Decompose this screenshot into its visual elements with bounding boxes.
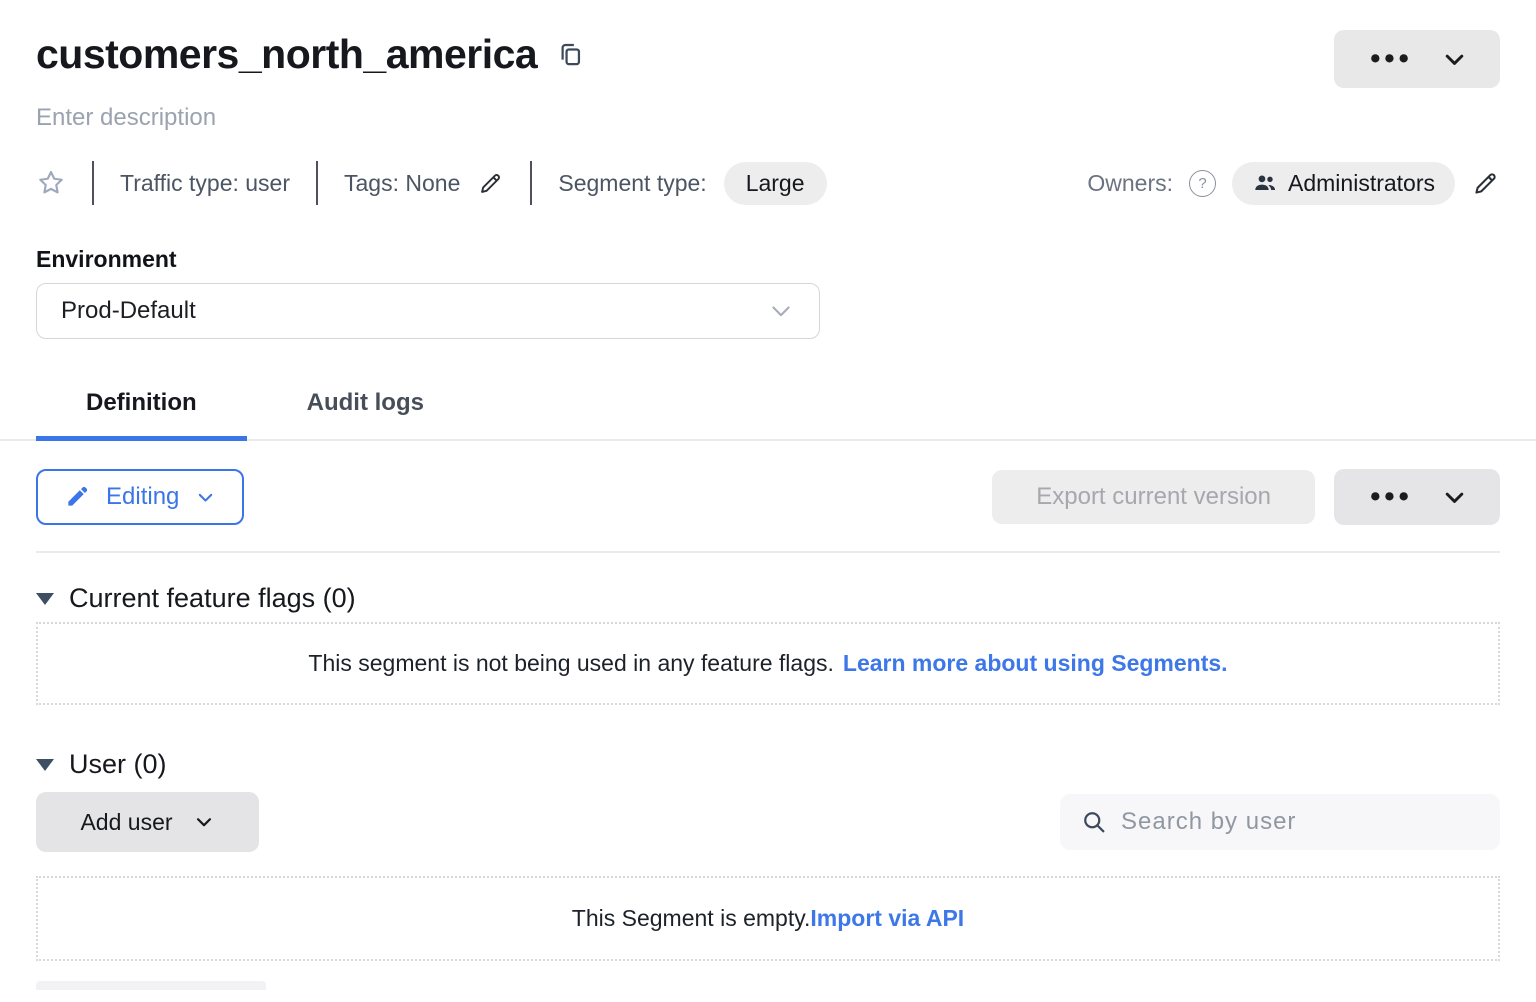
user-controls-row: Add user — [36, 792, 1500, 852]
cutoff-element — [36, 981, 266, 990]
feature-flags-section-title: Current feature flags (0) — [69, 583, 356, 614]
chevron-down-icon — [1441, 484, 1468, 511]
add-user-button[interactable]: Add user — [36, 792, 259, 852]
edit-tags-pencil-icon[interactable] — [477, 170, 504, 197]
favorite-star-icon[interactable] — [36, 168, 92, 198]
owners-help-icon[interactable]: ? — [1189, 170, 1216, 197]
segment-type-badge: Large — [724, 162, 827, 205]
description-field[interactable]: Enter description — [36, 104, 216, 132]
toolbar-divider — [36, 551, 1500, 553]
segment-type-label: Segment type: — [558, 170, 706, 197]
tab-audit-logs[interactable]: Audit logs — [257, 381, 474, 441]
ellipsis-icon: ••• — [1366, 45, 1412, 74]
tab-definition[interactable]: Definition — [36, 381, 247, 441]
environment-label: Environment — [36, 246, 1500, 273]
pencil-icon — [64, 484, 90, 510]
chevron-down-icon — [193, 811, 215, 833]
toolbar-more-button[interactable]: ••• — [1334, 469, 1500, 525]
environment-selected-value: Prod-Default — [61, 297, 196, 325]
search-by-user-input[interactable] — [1121, 808, 1490, 836]
export-current-version-button[interactable]: Export current version — [992, 470, 1315, 524]
traffic-type-label: Traffic type: user — [94, 170, 316, 197]
page-title: customers_north_america — [36, 30, 537, 79]
search-by-user-box — [1060, 794, 1500, 850]
copy-icon[interactable] — [557, 41, 584, 68]
ellipsis-icon: ••• — [1366, 483, 1412, 512]
user-empty-state: This Segment is empty. Import via API — [36, 876, 1500, 961]
tab-bar: Definition Audit logs — [0, 381, 1536, 441]
environment-select[interactable]: Prod-Default — [36, 283, 820, 339]
header: customers_north_america ••• — [36, 0, 1500, 88]
owners-label: Owners: — [1087, 170, 1173, 197]
feature-flags-section-header[interactable]: Current feature flags (0) — [36, 583, 356, 614]
owners-group: Owners: ? Administrators — [1087, 162, 1500, 205]
tags-label: Tags: None — [344, 170, 460, 197]
feature-flags-empty-text: This segment is not being used in any fe… — [308, 650, 833, 677]
add-user-label: Add user — [80, 809, 172, 836]
user-empty-text: This Segment is empty. — [572, 905, 811, 932]
chevron-down-icon — [195, 487, 216, 508]
collapse-triangle-icon — [36, 759, 54, 771]
owners-value: Administrators — [1288, 170, 1435, 197]
collapse-triangle-icon — [36, 593, 54, 605]
definition-toolbar: Editing Export current version ••• — [36, 469, 1500, 525]
editing-mode-button[interactable]: Editing — [36, 469, 244, 525]
user-section-title: User (0) — [69, 749, 167, 780]
import-via-api-link[interactable]: Import via API — [810, 905, 964, 932]
learn-more-link[interactable]: Learn more about using Segments. — [843, 650, 1228, 677]
owners-chip[interactable]: Administrators — [1232, 162, 1455, 205]
chevron-down-icon — [1441, 46, 1468, 73]
group-people-icon — [1252, 170, 1278, 196]
user-section-header[interactable]: User (0) — [36, 749, 167, 780]
edit-owners-pencil-icon[interactable] — [1471, 169, 1500, 198]
editing-label: Editing — [106, 483, 179, 511]
header-more-button[interactable]: ••• — [1334, 30, 1500, 88]
chevron-down-icon — [767, 297, 795, 325]
title-wrap: customers_north_america — [36, 30, 584, 79]
feature-flags-empty-state: This segment is not being used in any fe… — [36, 622, 1500, 705]
segment-detail-page: customers_north_america ••• Enter descri… — [0, 0, 1536, 990]
search-icon — [1080, 808, 1108, 836]
meta-row: Traffic type: user Tags: None Segment ty… — [36, 160, 1500, 206]
